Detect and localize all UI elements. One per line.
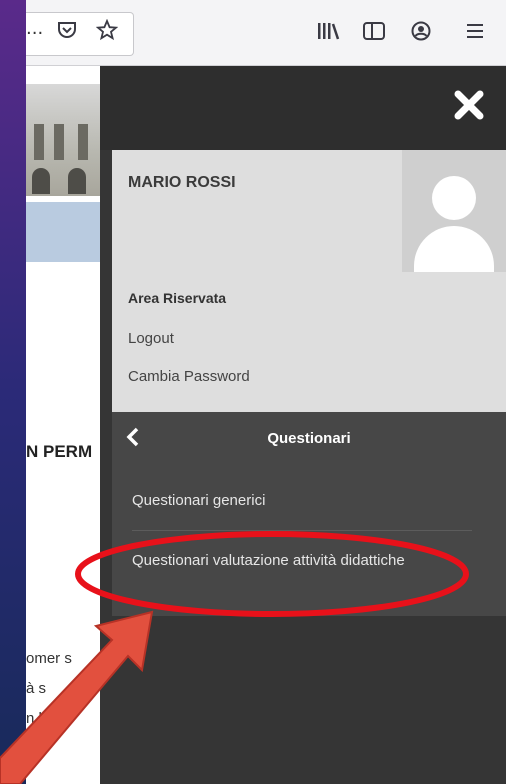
- star-icon[interactable]: [95, 18, 119, 47]
- user-name: MARIO ROSSI: [128, 174, 236, 191]
- default-avatar-icon: [402, 150, 506, 272]
- change-password-link[interactable]: Cambia Password: [128, 368, 250, 385]
- browser-toolbar: ···: [26, 0, 506, 66]
- menu-item-questionari-valutazione[interactable]: Questionari valutazione attività didatti…: [132, 550, 462, 572]
- page-heading-fragment: N PERM: [26, 442, 93, 461]
- menu-header: [100, 66, 506, 150]
- close-icon[interactable]: [450, 88, 488, 126]
- menu-item-questionari-generici[interactable]: Questionari generici: [132, 490, 462, 512]
- desktop-background: [0, 0, 26, 784]
- page-text-fragment: à s: [26, 680, 47, 697]
- avatar-body: [414, 226, 494, 272]
- submenu-header: Questionari: [112, 412, 506, 472]
- user-panel: MARIO ROSSI Area Riservata Logout Cambia…: [112, 150, 506, 412]
- hamburger-menu-icon[interactable]: [464, 20, 486, 48]
- page-text-fragment: n l'im: [26, 710, 61, 727]
- area-riservata-title: Area Riservata: [128, 290, 227, 306]
- page-text-fragment: omer s: [26, 650, 72, 667]
- logout-link[interactable]: Logout: [128, 330, 174, 347]
- pocket-icon[interactable]: [56, 19, 78, 47]
- building-arch: [32, 168, 50, 194]
- url-bar[interactable]: ···: [26, 12, 134, 56]
- account-icon[interactable]: [410, 20, 432, 48]
- side-menu: MARIO ROSSI Area Riservata Logout Cambia…: [100, 66, 506, 784]
- background-page: N PERM omer s à s n l'im: [26, 66, 106, 784]
- building-column: [54, 124, 64, 160]
- sidebar-icon[interactable]: [362, 20, 386, 48]
- building-arch: [68, 168, 86, 194]
- menu-divider: [132, 530, 472, 531]
- header-building-image: [26, 84, 106, 196]
- submenu-title: Questionari: [267, 430, 351, 447]
- building-column: [78, 124, 88, 160]
- questionari-submenu: Questionari Questionari generici Questio…: [112, 412, 506, 616]
- building-column: [34, 124, 44, 160]
- header-band: [26, 202, 106, 262]
- library-icon[interactable]: [316, 20, 340, 48]
- avatar-head: [432, 176, 476, 220]
- url-overflow[interactable]: ···: [26, 23, 43, 44]
